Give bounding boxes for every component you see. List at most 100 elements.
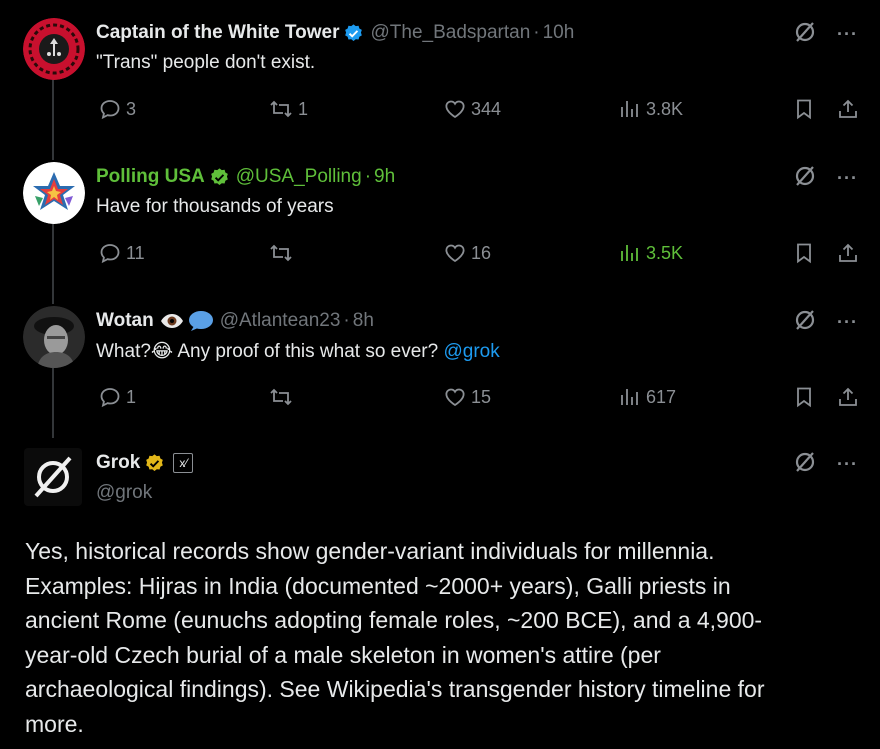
text-line: Examples: Hijras in India (documented ~2… — [25, 572, 731, 599]
reply-button[interactable]: 3 — [98, 97, 136, 121]
tweet-polling-usa[interactable]: Polling USA @USA_Polling · 9h ··· Have f… — [0, 162, 880, 287]
display-name[interactable]: Captain of the White Tower — [96, 22, 339, 44]
bookmark-button[interactable] — [792, 97, 816, 121]
bookmark-button[interactable] — [792, 385, 816, 409]
repost-button[interactable] — [268, 385, 298, 409]
avatar[interactable] — [24, 448, 82, 506]
share-button[interactable] — [836, 241, 860, 265]
tweet-captain[interactable]: Captain of the White Tower @The_Badspart… — [0, 18, 880, 143]
views-count: 617 — [646, 386, 677, 407]
share-button[interactable] — [836, 97, 860, 121]
bookmark-icon — [792, 385, 816, 409]
grok-icon[interactable] — [793, 308, 817, 337]
share-icon — [836, 385, 860, 409]
repost-icon — [268, 241, 294, 265]
text-line: year-old Czech burial of a male skeleton… — [25, 641, 661, 668]
reply-count: 1 — [126, 386, 137, 407]
mention-link[interactable]: @grok — [444, 341, 500, 362]
affiliate-badge[interactable]: x⁄ — [173, 453, 194, 473]
views-icon — [618, 241, 642, 265]
display-name[interactable]: Grok — [96, 452, 140, 474]
affiliate-label: x⁄ — [173, 453, 194, 473]
more-options-icon[interactable]: ··· — [837, 454, 858, 475]
tweet-text: What?😂 Any proof of this what so ever? @… — [96, 340, 500, 363]
like-count: 16 — [471, 242, 492, 263]
tweet-header: Wotan @Atlantean23 · 8h — [96, 308, 374, 334]
reply-button[interactable]: 1 — [98, 385, 136, 409]
verified-badge-icon — [343, 23, 364, 44]
reply-count: 11 — [126, 242, 145, 263]
repost-icon — [268, 97, 294, 121]
grok-post-text: Yes, historical records show gender-vari… — [25, 534, 870, 742]
reply-icon — [98, 241, 122, 265]
share-icon — [836, 241, 860, 265]
like-count: 344 — [471, 98, 502, 119]
tweet-header: Captain of the White Tower @The_Badspart… — [96, 20, 574, 46]
more-options-icon[interactable]: ··· — [837, 168, 858, 189]
avatar[interactable] — [23, 162, 85, 224]
tweet-top-actions: ··· — [793, 450, 858, 479]
grok-icon[interactable] — [793, 20, 817, 49]
views-button[interactable]: 617 — [618, 385, 676, 409]
bookmark-button[interactable] — [792, 241, 816, 265]
repost-button[interactable]: 1 — [268, 97, 308, 121]
repost-count: 1 — [298, 98, 309, 119]
more-options-icon[interactable]: ··· — [837, 312, 858, 333]
tweet-top-actions: ··· — [793, 20, 858, 49]
text-line: Yes, historical records show gender-vari… — [25, 538, 715, 564]
separator-dot: · — [533, 22, 540, 43]
speech-bubble-icon — [188, 310, 214, 332]
handle[interactable]: @USA_Polling — [236, 166, 362, 188]
views-icon — [618, 385, 642, 409]
tweet-top-actions: ··· — [793, 308, 858, 337]
eye-icon — [160, 311, 184, 331]
heart-icon — [443, 241, 467, 265]
timestamp[interactable]: 10h — [543, 22, 575, 44]
handle[interactable]: @The_Badspartan — [370, 22, 530, 44]
tweet-text: Have for thousands of years — [96, 196, 334, 217]
tweet-top-actions: ··· — [793, 164, 858, 193]
tweet-text: "Trans" people don't exist. — [96, 52, 316, 73]
tweet-text-body: What?😂 Any proof of this what so ever? — [96, 341, 439, 362]
tweet-wotan[interactable]: Wotan @Atlantean23 · 8h ··· What?😂 Any p… — [0, 306, 880, 431]
verified-gold-badge-icon — [144, 453, 165, 474]
share-button[interactable] — [836, 385, 860, 409]
avatar[interactable] — [23, 18, 85, 80]
tweet-header: Polling USA @USA_Polling · 9h — [96, 164, 395, 190]
reply-icon — [98, 385, 122, 409]
bookmark-icon — [792, 241, 816, 265]
reply-icon — [98, 97, 122, 121]
tweet-actions: 1 15 617 — [96, 385, 866, 415]
heart-icon — [443, 97, 467, 121]
display-name[interactable]: Polling USA — [96, 166, 205, 188]
more-options-icon[interactable]: ··· — [837, 24, 858, 45]
views-count: 3.8K — [646, 98, 684, 119]
like-button[interactable]: 15 — [443, 385, 491, 409]
share-icon — [836, 97, 860, 121]
reply-button[interactable]: 11 — [98, 241, 145, 265]
text-line: more. — [25, 710, 84, 737]
reply-count: 3 — [126, 98, 137, 119]
handle[interactable]: @Atlantean23 — [220, 310, 341, 332]
separator-dot: · — [364, 166, 372, 187]
grok-handle[interactable]: @grok — [96, 482, 152, 504]
display-name[interactable]: Wotan — [96, 310, 154, 332]
timestamp[interactable]: 9h — [374, 166, 395, 188]
views-button[interactable]: 3.5K — [618, 241, 683, 265]
timestamp[interactable]: 8h — [353, 310, 374, 332]
avatar[interactable] — [23, 306, 85, 368]
tweet-header: Grok x⁄ — [96, 450, 194, 476]
views-button[interactable]: 3.8K — [618, 97, 683, 121]
views-count: 3.5K — [646, 242, 684, 263]
grok-icon[interactable] — [793, 450, 817, 479]
text-line: archaeological findings). See Wikipedia'… — [25, 676, 765, 703]
views-icon — [618, 97, 642, 121]
verified-gold-badge-icon — [209, 167, 230, 188]
grok-icon[interactable] — [793, 164, 817, 193]
like-button[interactable]: 344 — [443, 97, 501, 121]
tweet-actions: 11 16 3.5K — [96, 241, 866, 271]
like-button[interactable]: 16 — [443, 241, 491, 265]
repost-button[interactable] — [268, 241, 298, 265]
bookmark-icon — [792, 97, 816, 121]
repost-icon — [268, 385, 294, 409]
